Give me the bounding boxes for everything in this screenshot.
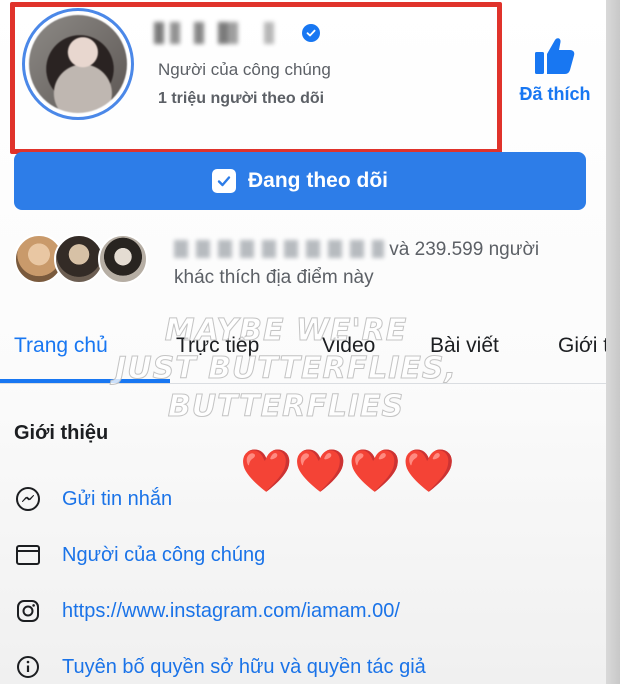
- hearts-overlay: ❤️❤️❤️❤️: [240, 447, 458, 494]
- check-box-icon: [212, 169, 236, 193]
- like-button[interactable]: Đã thích: [510, 34, 600, 105]
- lyrics-line: BUTTERFLIES: [167, 389, 405, 425]
- edge-shadow: [606, 0, 620, 684]
- facebook-page-profile: Người của công chúng 1 triệu người theo …: [0, 0, 620, 684]
- category-item[interactable]: Người của công chúng: [14, 538, 265, 572]
- messenger-icon: [14, 485, 42, 513]
- tab-home[interactable]: Trang chủ: [14, 334, 108, 358]
- category-link[interactable]: Người của công chúng: [62, 544, 265, 567]
- category-icon: [14, 541, 42, 569]
- lyrics-line: MAYBE WE'RE: [164, 313, 408, 349]
- verified-badge-icon: [302, 24, 320, 42]
- lyrics-line: JUST BUTTERFLIES,: [115, 351, 457, 387]
- blurred-friend-names: [174, 240, 384, 258]
- send-message-link[interactable]: Gửi tin nhắn: [62, 488, 172, 511]
- info-icon: [14, 653, 42, 681]
- friends-like-text: và 239.599 người khác thích địa điểm này: [174, 236, 594, 292]
- friends-count-text: và 239.599 người: [389, 239, 540, 260]
- instagram-item[interactable]: https://www.instagram.com/iamam.00/: [14, 594, 400, 628]
- copyright-item[interactable]: Tuyên bố quyền sở hữu và quyền tác giả: [14, 650, 426, 684]
- about-section-title: Giới thiệu: [14, 422, 109, 444]
- friends-who-like[interactable]: và 239.599 người khác thích địa điểm này: [14, 230, 594, 294]
- page-header: Người của công chúng 1 triệu người theo …: [8, 0, 502, 156]
- avatar[interactable]: [22, 8, 134, 120]
- tab-about[interactable]: Giới t: [558, 334, 609, 358]
- friends-text-line2: khác thích địa điểm này: [174, 267, 374, 288]
- friend-avatar: [54, 234, 104, 284]
- copyright-link[interactable]: Tuyên bố quyền sở hữu và quyền tác giả: [62, 656, 426, 679]
- followers-count[interactable]: 1 triệu người theo dõi: [158, 90, 324, 108]
- overlay-lyrics: MAYBE WE'RE JUST BUTTERFLIES, BUTTERFLIE…: [96, 312, 476, 426]
- avatar-image: [29, 15, 127, 113]
- blurred-name: [154, 22, 294, 44]
- page-name[interactable]: [154, 18, 320, 48]
- friend-avatar: [98, 234, 148, 284]
- instagram-icon: [14, 597, 42, 625]
- page-category: Người của công chúng: [158, 60, 331, 79]
- send-message-item[interactable]: Gửi tin nhắn: [14, 482, 172, 516]
- instagram-link[interactable]: https://www.instagram.com/iamam.00/: [62, 600, 400, 623]
- like-label: Đã thích: [519, 84, 591, 104]
- following-label: Đang theo dõi: [248, 169, 388, 192]
- following-button[interactable]: Đang theo dõi: [14, 152, 586, 210]
- thumbs-up-icon: [535, 38, 575, 74]
